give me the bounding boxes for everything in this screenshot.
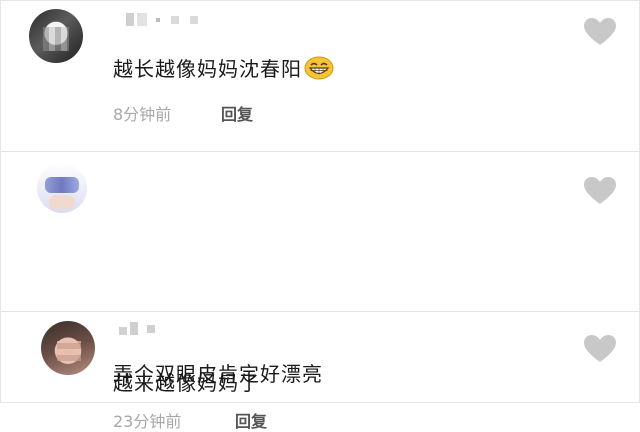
avatar[interactable] — [41, 321, 95, 375]
comment-item: 越长越像妈妈沈春阳 8分钟前 回复 — [1, 1, 640, 151]
grinning-emoji-icon — [304, 56, 334, 85]
comment-item: 弄个双眼皮肯定好漂亮 23分钟前 回复 — [1, 151, 640, 431]
comment-text: 越来越像妈妈了 — [113, 371, 260, 395]
comment-text: 越长越像妈妈沈春阳 — [113, 53, 334, 85]
avatar[interactable] — [37, 163, 87, 213]
reply-button[interactable]: 回复 — [235, 408, 267, 432]
like-heart-icon[interactable] — [583, 17, 617, 47]
like-heart-icon[interactable] — [583, 176, 617, 206]
username-obscured[interactable] — [119, 327, 127, 335]
comment-list: 越长越像妈妈沈春阳 8分钟前 回复 弄个双眼皮肯定好漂亮 23分钟前 回复 越来… — [0, 0, 640, 431]
reply-button[interactable]: 回复 — [221, 101, 253, 125]
avatar[interactable] — [29, 9, 83, 63]
username-obscured[interactable] — [126, 13, 198, 26]
comment-text-content: 越长越像妈妈沈春阳 — [113, 57, 302, 81]
comment-time: 23分钟前 — [113, 412, 182, 431]
comment-time: 8分钟前 — [113, 105, 172, 124]
comment-item: 越来越像妈妈了 — [1, 311, 640, 404]
like-heart-icon[interactable] — [583, 334, 617, 364]
